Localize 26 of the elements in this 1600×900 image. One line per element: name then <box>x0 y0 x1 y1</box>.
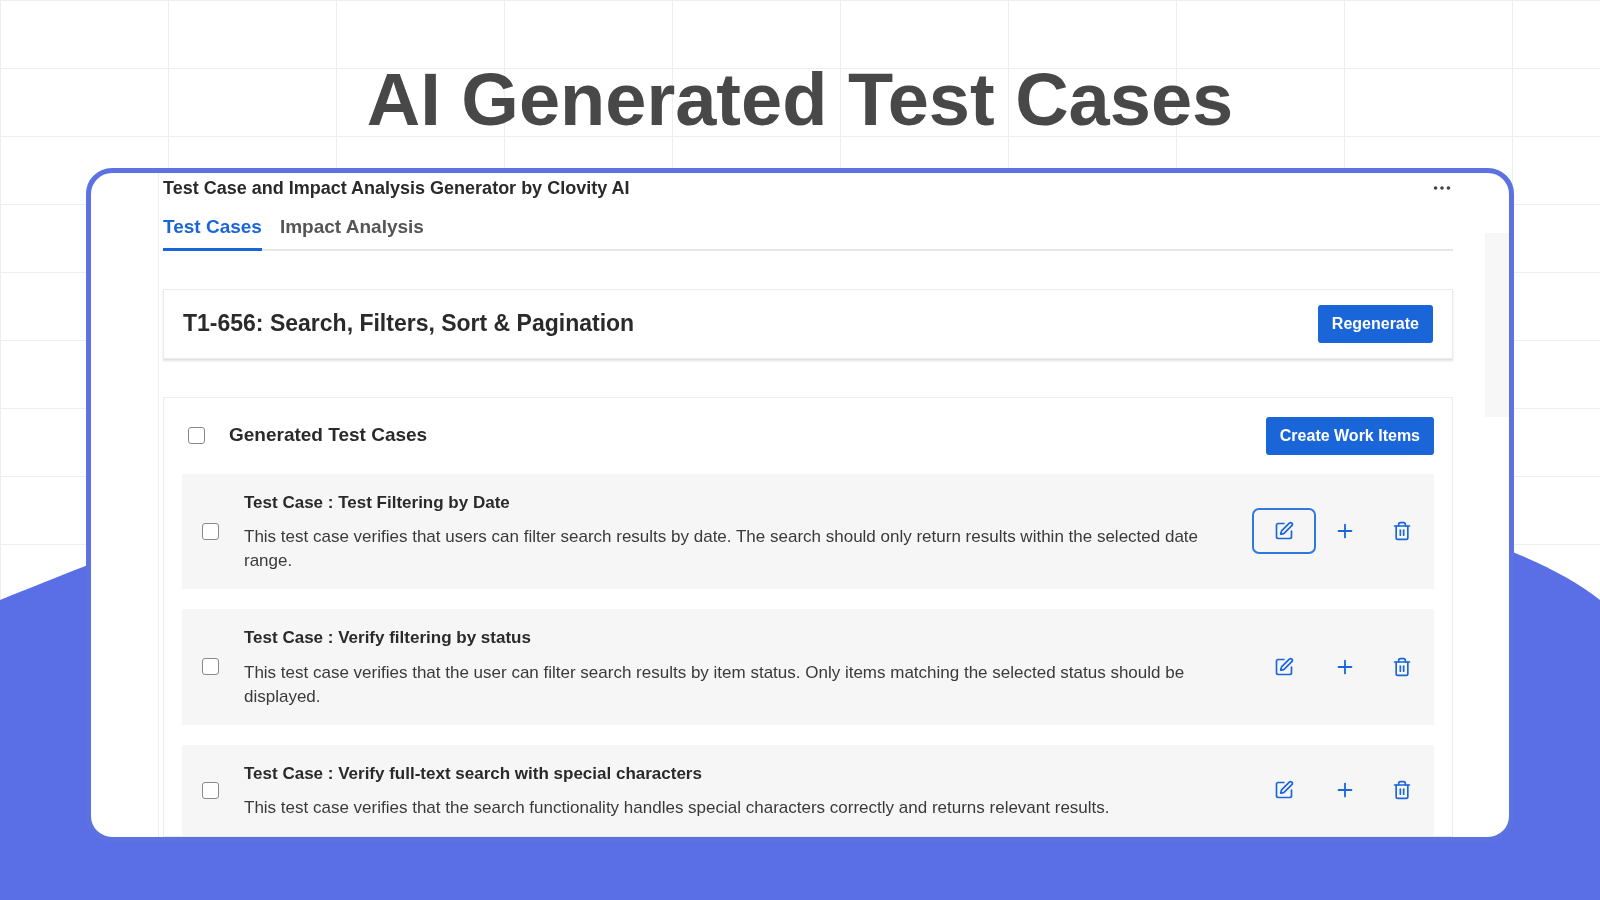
pencil-icon <box>1274 656 1294 677</box>
test-case-description: This test case verifies that the user can filter search results by item status. Only items matching the selected status should be displayed. <box>244 661 1186 708</box>
test-case-title: Test Case : Verify filtering by status <box>244 627 532 649</box>
pencil-icon <box>1274 521 1294 542</box>
delete-icon[interactable] <box>1392 656 1412 677</box>
page-heading: AI Generated Test Cases <box>366 57 1234 143</box>
delete-icon[interactable] <box>1392 780 1412 801</box>
work-item-title: T1-656: Search, Filters, Sort & Pagination <box>183 309 635 339</box>
pencil-icon <box>1274 780 1294 801</box>
checkbox[interactable] <box>188 427 205 444</box>
regenerate-button[interactable]: Regenerate <box>1317 304 1433 343</box>
tab[interactable]: Impact Analysis <box>279 213 424 251</box>
app-title: Test Case and Impact Analysis Generator by Clovity AI <box>163 176 630 200</box>
section-title: Generated Test Cases <box>229 423 428 448</box>
delete-icon[interactable] <box>1392 521 1412 542</box>
scrollbar[interactable] <box>1485 233 1509 417</box>
checkbox[interactable] <box>202 522 219 540</box>
tab[interactable]: Test Cases <box>163 213 262 251</box>
edit-button[interactable] <box>1252 508 1316 555</box>
test-case-title: Test Case : Test Filtering by Date <box>244 491 511 514</box>
checkbox[interactable] <box>202 781 219 799</box>
test-case-title: Test Case : Verify full-text search with special characters <box>244 762 703 785</box>
test-case-description: This test case verifies that the search functionality handles special characters correctly and returns relevant results. <box>244 797 1111 819</box>
checkbox[interactable] <box>202 658 219 676</box>
create-work-items-button[interactable]: Create Work Items <box>1265 416 1434 455</box>
test-case-description: This test case verifies that users can filter search results by date. The search should only return results within the selected date range. <box>244 526 1200 572</box>
